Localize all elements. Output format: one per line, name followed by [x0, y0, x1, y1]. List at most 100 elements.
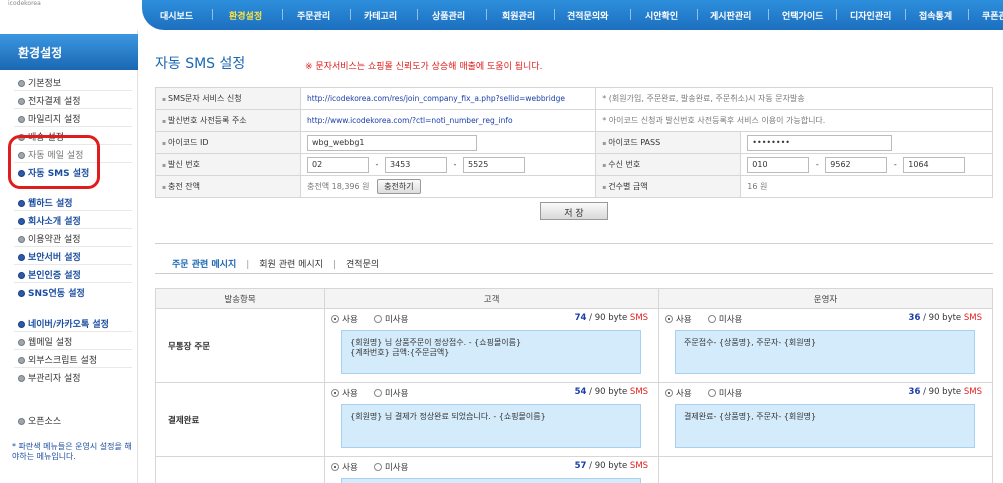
- recv-number-part2[interactable]: 9562: [825, 156, 888, 173]
- main-nav: 대시보드 환경설정 주문관리 카테고리 상품관리 회원관리 견적문의와 시안확인…: [142, 0, 1003, 30]
- nav-quote[interactable]: 견적문의와: [567, 9, 608, 22]
- nav-orders[interactable]: 주문관리: [297, 9, 330, 22]
- nav-dashboard[interactable]: 대시보드: [160, 9, 193, 22]
- nav-separator: [697, 9, 698, 20]
- sidebar-divider: [14, 367, 132, 368]
- icode-pass-input[interactable]: ••••••••: [747, 134, 893, 151]
- sidebar-note: * 파란색 메뉴들은 운영시 설정을 해야하는 메뉴입니다.: [12, 442, 132, 461]
- radio-use[interactable]: 사용: [665, 315, 692, 325]
- bullet-icon: [18, 218, 25, 225]
- tab-order-messages[interactable]: 주문 관련 메시지: [172, 257, 236, 270]
- nav-coupon[interactable]: 쿠폰관: [982, 9, 1003, 22]
- customer-use-toggle: 사용 미사용 74 / 90 byte SMS: [331, 313, 652, 327]
- send-number-part1[interactable]: 02: [307, 156, 369, 173]
- send-number-part3[interactable]: 5525: [463, 156, 525, 173]
- nav-separator: [630, 9, 631, 20]
- sidebar: 환경설정 기본정보 전자결제 설정 마일리지 설정 배송 설정 자동 메일 설정…: [0, 30, 138, 483]
- sidebar-item-payment[interactable]: 전자결제 설정: [18, 94, 81, 107]
- radio-use[interactable]: 사용: [331, 315, 358, 325]
- nav-category[interactable]: 카테고리: [364, 9, 397, 22]
- bullet-icon: [18, 98, 25, 105]
- sidebar-item-sub-admin[interactable]: 부관리자 설정: [18, 371, 81, 384]
- balance-label: 충전 잔액: [155, 175, 301, 198]
- admin-use-toggle: 사용 미사용 36 / 90 byte SMS: [665, 313, 986, 327]
- radio-use[interactable]: 사용: [331, 463, 358, 473]
- tab-underline: [155, 273, 993, 274]
- radio-use[interactable]: 사용: [331, 389, 358, 399]
- send-number-part2[interactable]: 3453: [385, 156, 447, 173]
- bullet-icon: [18, 375, 25, 382]
- nav-products[interactable]: 상품관리: [432, 9, 465, 22]
- charge-button[interactable]: 충전하기: [377, 179, 421, 194]
- nav-separator: [417, 9, 418, 20]
- nav-stats[interactable]: 접속통계: [919, 9, 952, 22]
- byte-counter: 57 / 90 byte SMS: [574, 461, 649, 471]
- bullet-icon: [18, 80, 25, 87]
- sidebar-item-terms[interactable]: 이용약관 설정: [18, 232, 81, 245]
- sidebar-divider: [14, 108, 132, 109]
- radio-nouse[interactable]: 미사용: [707, 389, 742, 399]
- nav-settings[interactable]: 환경설정: [229, 9, 262, 22]
- apply-link[interactable]: http://icodekorea.com/res/join_company_f…: [307, 94, 565, 103]
- admin-message-textarea[interactable]: 주문접수- {상품명}, 주문자- {회원명}: [675, 330, 976, 374]
- customer-message-textarea[interactable]: [341, 478, 642, 483]
- nav-separator: [836, 9, 837, 20]
- radio-nouse[interactable]: 미사용: [707, 315, 742, 325]
- radio-nouse[interactable]: 미사용: [373, 389, 408, 399]
- recv-number-part1[interactable]: 010: [747, 156, 810, 173]
- nav-guide[interactable]: 언택가이드: [782, 9, 823, 22]
- sidebar-divider: [14, 90, 132, 91]
- admin-message-textarea[interactable]: 결제완료- {상품명}, 주문자- {회원명}: [675, 404, 976, 448]
- sidebar-item-webmail[interactable]: 웹메일 설정: [18, 335, 72, 348]
- tab-quote[interactable]: 견적문의: [346, 257, 379, 270]
- tab-member-messages[interactable]: 회원 관련 메시지: [259, 257, 323, 270]
- radio-nouse[interactable]: 미사용: [373, 463, 408, 473]
- sidebar-item-ssl[interactable]: 보안서버 설정: [18, 250, 81, 263]
- icode-id-label: 아이코드 ID: [155, 131, 301, 154]
- sidebar-divider: [14, 264, 132, 265]
- sidebar-item-webhard[interactable]: 웹하드 설정: [18, 196, 73, 209]
- row-label: 결제완료: [154, 382, 326, 457]
- icode-id-input[interactable]: wbg_webbg1: [307, 134, 477, 151]
- nav-design[interactable]: 디자인관리: [850, 9, 891, 22]
- sidebar-item-company[interactable]: 회사소개 설정: [18, 214, 81, 227]
- nav-draft[interactable]: 시안확인: [645, 9, 678, 22]
- radio-use[interactable]: 사용: [665, 389, 692, 399]
- customer-message-textarea[interactable]: {회원명} 님 상품주문이 정상접수. - {쇼핑몰이름} {계좌번호} 금액:…: [341, 330, 642, 374]
- sender-reg-link[interactable]: http://www.icodekorea.com/?ctl=noti_numb…: [307, 116, 513, 125]
- highlight-annotation: [8, 135, 100, 189]
- col-item-header: 발송항목: [154, 288, 326, 309]
- bullet-icon: [18, 357, 25, 364]
- byte-counter: 54 / 90 byte SMS: [574, 387, 649, 397]
- sidebar-item-basic-info[interactable]: 기본정보: [18, 76, 61, 89]
- sidebar-divider: [14, 349, 132, 350]
- bullet-icon: [18, 290, 25, 297]
- bullet-icon: [18, 272, 25, 279]
- sidebar-item-naver-kakao[interactable]: 네이버/카카오톡 설정: [18, 317, 109, 330]
- per-cost-label: 건수별 금액: [595, 175, 742, 198]
- radio-nouse[interactable]: 미사용: [373, 315, 408, 325]
- sidebar-item-auth[interactable]: 본인인증 설정: [18, 268, 81, 281]
- row-label: [154, 456, 326, 483]
- message-table: 발송항목 고객 운영자 무통장 주문 사용 미사용 74 / 90 byte S…: [154, 288, 993, 483]
- col-admin-header: 운영자: [658, 288, 993, 309]
- customer-message-textarea[interactable]: {회원명} 님 결제가 정상완료 되었습니다. - {쇼핑몰이름}: [341, 404, 642, 448]
- per-cost-value: 16 원: [740, 175, 993, 198]
- save-button[interactable]: 저 장: [540, 202, 608, 220]
- nav-board[interactable]: 게시판관리: [710, 9, 751, 22]
- bullet-icon: [18, 236, 25, 243]
- sidebar-item-ext-script[interactable]: 외부스크립트 설정: [18, 353, 97, 366]
- nav-separator: [768, 9, 769, 20]
- nav-separator: [968, 9, 969, 20]
- sidebar-item-open-source[interactable]: 오픈소스: [18, 414, 61, 427]
- sidebar-item-mileage[interactable]: 마일리지 설정: [18, 112, 81, 125]
- row-label: 무통장 주문: [154, 308, 326, 383]
- nav-members[interactable]: 회원관리: [502, 9, 535, 22]
- nav-separator: [350, 9, 351, 20]
- send-number-label: 발신 번호: [155, 153, 301, 176]
- nav-separator: [554, 9, 555, 20]
- sidebar-item-sns[interactable]: SNS연동 설정: [18, 286, 85, 299]
- page-title: 자동 SMS 설정: [155, 56, 246, 72]
- recv-number-part3[interactable]: 1064: [903, 156, 966, 173]
- nav-separator: [905, 9, 906, 20]
